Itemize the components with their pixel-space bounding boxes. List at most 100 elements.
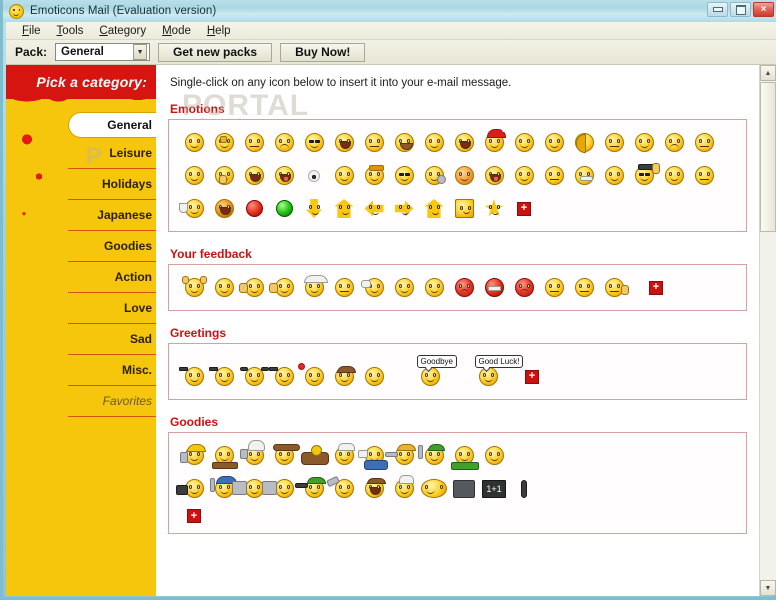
emoticon-wave-both[interactable] xyxy=(239,362,269,392)
emoticon-thumbs-up[interactable] xyxy=(268,273,299,303)
emoticon-painter[interactable] xyxy=(384,441,419,471)
get-new-packs-button[interactable]: Get new packs xyxy=(158,42,273,62)
emoticon-beard[interactable] xyxy=(389,128,419,158)
emoticon-nurse[interactable] xyxy=(329,441,359,471)
emoticon-wave[interactable] xyxy=(178,362,209,392)
scroll-up-button[interactable]: ▲ xyxy=(760,65,776,81)
emoticon-microphone[interactable] xyxy=(509,474,539,504)
emoticon-applause[interactable] xyxy=(299,273,329,303)
close-button[interactable]: × xyxy=(753,2,774,17)
emoticon-santa[interactable] xyxy=(479,128,509,158)
menu-item-file[interactable]: File xyxy=(14,24,49,38)
emoticon-goodbye[interactable]: Goodbye xyxy=(415,355,457,392)
emoticon-blush[interactable] xyxy=(449,161,479,191)
emoticon-laptop[interactable] xyxy=(175,474,209,504)
emoticon-arrow-left[interactable] xyxy=(359,194,389,224)
emoticon-hat-face[interactable] xyxy=(329,362,359,392)
emoticon-blackboard[interactable]: 1+1 xyxy=(479,474,509,504)
emoticon-smiley[interactable] xyxy=(209,128,239,158)
emoticon-projector[interactable] xyxy=(449,474,479,504)
emoticon-half[interactable] xyxy=(569,128,599,158)
emoticon-smiley[interactable] xyxy=(629,128,659,158)
vertical-scrollbar[interactable]: ▲ ▼ xyxy=(759,65,776,596)
emoticon-ghost[interactable] xyxy=(299,161,329,191)
emoticon-star[interactable] xyxy=(479,194,509,224)
emoticon-hand[interactable] xyxy=(209,161,239,191)
emoticon-construction-worker[interactable] xyxy=(179,441,209,471)
emoticon-smiley[interactable] xyxy=(569,273,599,303)
emoticon-thumbs-up[interactable] xyxy=(238,273,269,303)
emoticon-smiley[interactable] xyxy=(539,273,569,303)
emoticon-telescope[interactable] xyxy=(325,474,359,504)
sidebar-item-holidays[interactable]: Holidays xyxy=(68,169,156,200)
emoticon-good-luck[interactable]: Good Luck! xyxy=(473,355,524,392)
sidebar-item-action[interactable]: Action xyxy=(68,262,156,293)
emoticon-house[interactable] xyxy=(419,194,449,224)
sidebar-item-goodies[interactable]: Goodies xyxy=(68,231,156,262)
emoticon-arrow-down[interactable] xyxy=(299,194,329,224)
emoticon-golfer[interactable] xyxy=(417,441,449,471)
emoticon-smiley[interactable] xyxy=(509,161,539,191)
emoticon-smiley[interactable] xyxy=(599,128,629,158)
add-emoticon-button[interactable]: + xyxy=(509,194,539,224)
sidebar-item-sad[interactable]: Sad xyxy=(68,324,156,355)
emoticon-smiley[interactable] xyxy=(359,128,389,158)
emoticon-smiley[interactable] xyxy=(329,273,359,303)
emoticon-pair[interactable] xyxy=(389,273,419,303)
emoticon-angry-red[interactable] xyxy=(509,273,539,303)
add-emoticon-button[interactable]: + xyxy=(517,362,547,392)
emoticon-surprised[interactable] xyxy=(539,128,569,158)
emoticon-shout[interactable] xyxy=(209,194,239,224)
emoticon-rocker[interactable] xyxy=(629,161,660,191)
emoticon-smiley[interactable] xyxy=(269,128,299,158)
emoticon-cocktail[interactable] xyxy=(178,194,209,224)
emoticon-grimace[interactable] xyxy=(569,161,599,191)
emoticon-arrow-right[interactable] xyxy=(389,194,419,224)
emoticon-hat[interactable] xyxy=(359,161,389,191)
emoticon-chef[interactable] xyxy=(239,440,269,471)
emoticon-smiley[interactable] xyxy=(659,161,689,191)
emoticon-wave[interactable] xyxy=(359,273,389,303)
emoticon-angry-red[interactable] xyxy=(449,273,479,303)
emoticon-house[interactable] xyxy=(329,194,359,224)
add-emoticon-button[interactable]: + xyxy=(179,501,209,531)
emoticon-smiley[interactable] xyxy=(599,161,629,191)
chevron-down-icon[interactable]: ▼ xyxy=(133,44,148,60)
emoticon-green-dot[interactable] xyxy=(269,194,299,224)
emoticon-laugh[interactable] xyxy=(239,161,269,191)
sidebar-item-leisure[interactable]: Leisure xyxy=(68,138,156,169)
emoticon-singer[interactable] xyxy=(359,474,389,504)
scroll-down-button[interactable]: ▼ xyxy=(760,580,776,596)
sidebar-item-japanese[interactable]: Japanese xyxy=(68,200,156,231)
sidebar-item-general[interactable]: General xyxy=(68,112,156,138)
emoticon-wave[interactable] xyxy=(208,362,239,392)
emoticon-smiley[interactable] xyxy=(509,128,539,158)
menu-item-category[interactable]: Category xyxy=(91,24,154,38)
emoticon-wave[interactable] xyxy=(268,362,299,392)
scrollbar-thumb[interactable] xyxy=(760,82,776,232)
emoticon-doctor[interactable] xyxy=(389,474,419,504)
emoticon-shades[interactable] xyxy=(299,128,329,158)
emoticon-cowboy[interactable] xyxy=(269,441,300,471)
emoticon-computer[interactable] xyxy=(261,474,299,504)
emoticon-grin[interactable] xyxy=(449,128,479,158)
emoticon-no-entry[interactable] xyxy=(479,273,509,303)
minimize-button[interactable] xyxy=(707,2,728,17)
emoticon-horse-rider[interactable] xyxy=(299,441,329,471)
sidebar-item-love[interactable]: Love xyxy=(68,293,156,324)
add-emoticon-button[interactable]: + xyxy=(641,273,671,303)
emoticon-glasses[interactable] xyxy=(389,161,419,191)
menu-item-tools[interactable]: Tools xyxy=(49,24,92,38)
emoticon-bricklayer[interactable] xyxy=(209,441,239,471)
emoticon-smiley[interactable] xyxy=(359,362,389,392)
emoticon-team[interactable] xyxy=(419,474,449,504)
emoticon-thumbs-down[interactable] xyxy=(599,273,629,303)
maximize-button[interactable] xyxy=(730,2,751,17)
emoticon-smiley[interactable] xyxy=(539,161,569,191)
emoticon-square[interactable] xyxy=(449,194,479,224)
menu-item-mode[interactable]: Mode xyxy=(154,24,199,38)
emoticon-smiley[interactable] xyxy=(239,128,269,158)
emoticon-smiley[interactable] xyxy=(179,128,209,158)
emoticon-smiley[interactable] xyxy=(689,128,719,158)
emoticon-tongue[interactable] xyxy=(479,161,509,191)
